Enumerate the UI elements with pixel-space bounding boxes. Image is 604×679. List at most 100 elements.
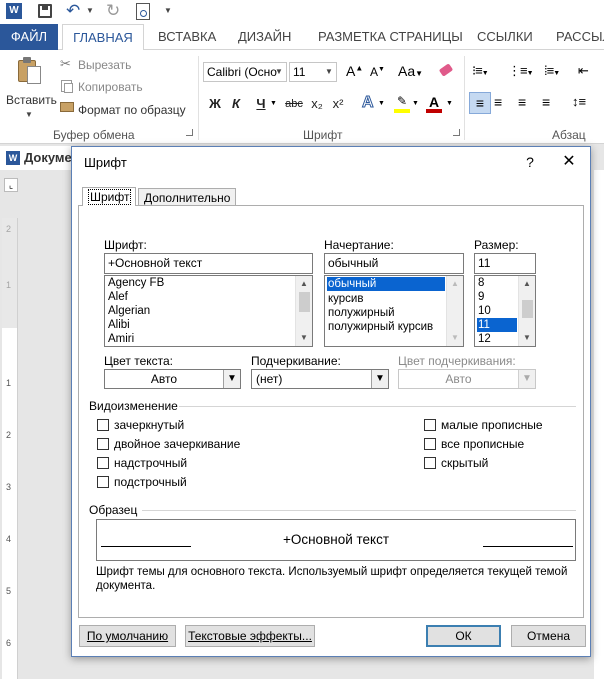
multilevel-list-icon[interactable]: ⁞≡▼	[544, 63, 560, 78]
chevron-down-icon[interactable]: ▼	[371, 370, 388, 388]
font-name-combo[interactable]: Calibri (Осно ▼	[203, 62, 287, 82]
grow-font-icon[interactable]: A▲	[346, 63, 363, 79]
cancel-button[interactable]: Отмена	[511, 625, 586, 647]
tab-insert[interactable]: ВСТАВКА	[158, 24, 216, 50]
size-list-item[interactable]: 12	[477, 332, 491, 346]
checkbox-box[interactable]	[424, 457, 436, 469]
strikethrough-button[interactable]: abc	[283, 94, 305, 114]
style-list-item[interactable]: полужирный курсив	[327, 320, 433, 334]
tab-mailings[interactable]: РАССЫЛ	[556, 24, 604, 50]
shrink-font-icon[interactable]: A▼	[370, 65, 385, 79]
clear-formatting-icon[interactable]	[438, 63, 454, 77]
chevron-down-icon[interactable]: ▼	[223, 370, 240, 388]
tab-file[interactable]: ФАЙЛ	[0, 24, 58, 50]
subscript-button[interactable]: x₂	[307, 94, 327, 114]
tab-home[interactable]: ГЛАВНАЯ	[62, 24, 144, 51]
font-launcher-icon[interactable]	[453, 129, 460, 136]
tab-selector[interactable]: ⌞	[4, 178, 18, 192]
style-list[interactable]: обычный курсив полужирный полужирный кур…	[324, 275, 464, 347]
align-right-icon[interactable]: ≡	[518, 94, 526, 110]
redo-icon[interactable]: ↻	[106, 1, 120, 21]
customize-icon[interactable]: ▼	[164, 6, 172, 15]
scroll-thumb[interactable]	[299, 292, 310, 312]
font-list-item[interactable]: Agency FB	[107, 276, 164, 290]
size-list[interactable]: 8 9 10 11 12 ▲ ▼	[474, 275, 536, 347]
size-list-scrollbar[interactable]: ▲ ▼	[518, 276, 535, 346]
tab-page-layout[interactable]: РАЗМЕТКА СТРАНИЦЫ	[318, 24, 463, 50]
chevron-down-icon[interactable]: ▼	[322, 63, 336, 81]
ok-button[interactable]: ОК	[426, 625, 501, 647]
undo-icon[interactable]: ↶	[66, 1, 80, 21]
font-input[interactable]: +Основной текст	[104, 253, 313, 274]
numbering-icon[interactable]: ⋮≡▼	[508, 63, 534, 79]
font-color-dropdown[interactable]: Авто ▼	[104, 369, 241, 389]
font-color-icon[interactable]: A	[426, 94, 442, 114]
scroll-up-icon[interactable]: ▲	[447, 276, 463, 292]
print-preview-icon[interactable]	[136, 3, 150, 20]
decrease-indent-icon[interactable]: ⇤	[578, 63, 589, 79]
size-list-item[interactable]: 11	[477, 318, 517, 332]
tab-font[interactable]: Шрифт	[82, 187, 136, 206]
tab-references[interactable]: ССЫЛКИ	[477, 24, 533, 50]
paste-icon[interactable]	[16, 56, 42, 86]
cut-button[interactable]: Вырезать	[78, 58, 131, 72]
scroll-down-icon[interactable]: ▼	[296, 330, 312, 346]
font-list-item[interactable]: Alef	[107, 290, 128, 304]
align-center-icon[interactable]: ≡	[494, 94, 502, 110]
highlight-dropdown-icon[interactable]: ▼	[412, 100, 419, 107]
scroll-down-icon[interactable]: ▼	[447, 330, 463, 346]
checkbox-box[interactable]	[424, 438, 436, 450]
help-button[interactable]: ?	[518, 151, 542, 173]
close-button[interactable]: ✕	[556, 151, 582, 173]
size-list-item[interactable]: 10	[477, 304, 491, 318]
text-effects-button[interactable]: Текстовые эффекты...	[185, 625, 315, 647]
checkbox-box[interactable]	[97, 438, 109, 450]
undo-dropdown-icon[interactable]: ▼	[86, 6, 94, 15]
size-list-item[interactable]: 9	[477, 290, 484, 304]
underline-dropdown-icon[interactable]: ▼	[270, 100, 277, 107]
underline-button[interactable]: Ч	[251, 94, 271, 114]
line-spacing-icon[interactable]: ↕≡	[572, 94, 586, 109]
checkbox-box[interactable]	[97, 476, 109, 488]
checkbox-box[interactable]	[97, 457, 109, 469]
format-painter-button[interactable]: Формат по образцу	[78, 103, 186, 117]
font-color-dropdown-icon[interactable]: ▼	[446, 100, 453, 107]
underline-dropdown[interactable]: (нет) ▼	[251, 369, 389, 389]
chevron-down-icon[interactable]: ▼	[272, 63, 286, 81]
font-list-item[interactable]: Amiri	[107, 332, 134, 346]
size-list-item[interactable]: 8	[477, 276, 484, 290]
tab-design[interactable]: ДИЗАЙН	[238, 24, 291, 50]
italic-button[interactable]: К	[226, 94, 246, 114]
superscript-button[interactable]: x²	[328, 94, 348, 114]
style-list-scrollbar[interactable]: ▲ ▼	[446, 276, 463, 346]
justify-icon[interactable]: ≡	[542, 94, 550, 110]
style-list-item[interactable]: курсив	[327, 292, 363, 306]
scroll-up-icon[interactable]: ▲	[519, 276, 535, 292]
paste-button[interactable]: Вставить	[6, 93, 57, 107]
text-effects-dropdown-icon[interactable]: ▼	[378, 100, 385, 107]
scroll-thumb[interactable]	[522, 300, 533, 318]
style-list-item[interactable]: полужирный	[327, 306, 395, 320]
text-effects-icon[interactable]: A	[362, 94, 375, 112]
clipboard-launcher-icon[interactable]	[186, 129, 193, 136]
font-list-scrollbar[interactable]: ▲ ▼	[295, 276, 312, 346]
bold-button[interactable]: Ж	[205, 94, 225, 114]
style-input[interactable]: обычный	[324, 253, 464, 274]
checkbox-box[interactable]	[424, 419, 436, 431]
set-default-button[interactable]: По умолчанию	[79, 625, 176, 647]
bullets-icon[interactable]: ⁝≡▼	[472, 63, 489, 79]
scroll-up-icon[interactable]: ▲	[296, 276, 312, 292]
font-list[interactable]: Agency FB Alef Algerian Alibi Amiri ▲ ▼	[104, 275, 313, 347]
font-size-combo[interactable]: 11 ▼	[289, 62, 337, 82]
save-icon[interactable]	[38, 4, 52, 18]
highlight-icon[interactable]: ✎	[394, 94, 410, 114]
size-input[interactable]: 11	[474, 253, 536, 274]
scroll-down-icon[interactable]: ▼	[519, 330, 535, 346]
font-list-item[interactable]: Alibi	[107, 318, 130, 332]
change-case-icon[interactable]: Aa▼	[398, 63, 423, 79]
font-list-item[interactable]: Algerian	[107, 304, 150, 318]
copy-button[interactable]: Копировать	[78, 80, 143, 94]
style-list-item[interactable]: обычный	[327, 277, 445, 291]
checkbox-box[interactable]	[97, 419, 109, 431]
paste-dropdown-icon[interactable]: ▼	[25, 110, 33, 119]
